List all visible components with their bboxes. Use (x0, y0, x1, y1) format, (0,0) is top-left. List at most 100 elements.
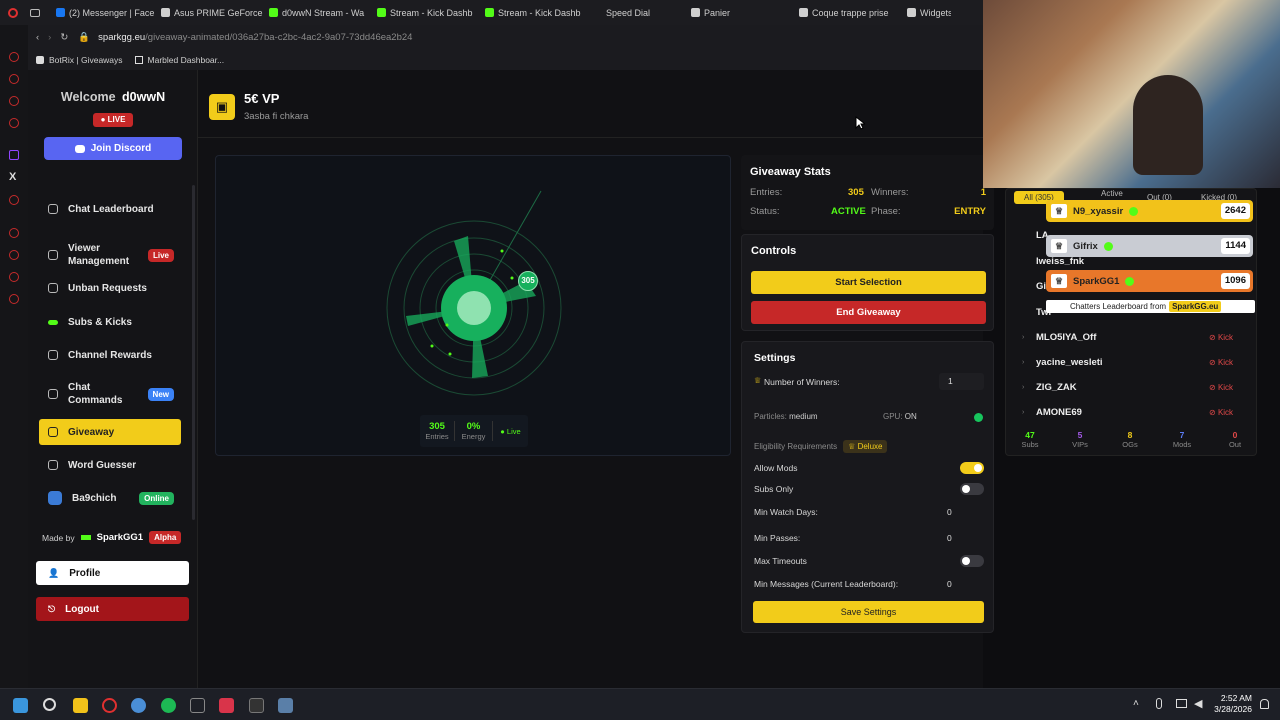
clock-date: 3/28/2026 (1214, 704, 1252, 714)
microphone-icon[interactable] (1156, 698, 1162, 709)
rail-icon-8[interactable] (9, 228, 19, 238)
sidebar-item-chat-commands[interactable]: Chat Commands New (40, 378, 182, 410)
windows-start-icon[interactable] (13, 698, 28, 713)
min-watch-days-input[interactable]: 0 (947, 507, 952, 517)
x-rail-icon[interactable]: X (9, 171, 16, 183)
max-timeouts-toggle[interactable] (960, 555, 984, 567)
allow-mods-toggle[interactable] (960, 462, 984, 474)
sidebar-item-word-guesser[interactable]: Word Guesser (40, 455, 182, 475)
calculator-icon[interactable] (278, 698, 293, 713)
num-winners-input[interactable]: 1 (939, 373, 984, 390)
leaderboard-score: 1096 (1220, 273, 1250, 289)
rail-icon-7[interactable] (9, 195, 19, 205)
sidebar-item-channel-rewards[interactable]: Channel Rewards (40, 345, 182, 365)
browser-tab[interactable]: Panier (685, 0, 793, 25)
tray-chevron-icon[interactable]: ˄ (1133, 698, 1139, 709)
min-passes-input[interactable]: 0 (947, 533, 952, 543)
url-field[interactable]: sparkgg.eu/giveaway-animated/036a27ba-c2… (98, 32, 412, 43)
expand-icon[interactable]: › (1022, 409, 1024, 416)
expand-icon[interactable]: › (1022, 334, 1024, 341)
workspace-icon[interactable] (30, 8, 40, 17)
expand-icon[interactable]: › (1022, 359, 1024, 366)
rail-icon-3[interactable] (9, 96, 19, 106)
rail-icon-2[interactable] (9, 74, 19, 84)
energy-stat-label: Energy (461, 432, 486, 441)
notification-icon[interactable] (1260, 699, 1269, 709)
network-icon[interactable] (1176, 699, 1187, 708)
clock[interactable]: 2:52 AM 3/28/2026 (1206, 693, 1252, 715)
sidebar-scrollbar[interactable] (192, 185, 195, 520)
messenger-rail-icon[interactable] (9, 52, 19, 62)
sidebar-item-giveaway[interactable]: Giveaway (39, 419, 181, 445)
energy-stat: 0% Energy (455, 421, 493, 441)
bookmark-botrix[interactable]: BotRix | Giveaways (36, 55, 123, 65)
forward-icon[interactable]: › (48, 32, 51, 43)
summary-stat-label: Subs (1021, 440, 1039, 449)
browser-tab[interactable]: Coque trappe prise (793, 0, 901, 25)
excel-icon[interactable] (190, 698, 205, 713)
viewer-row-partial[interactable]: Gi (1036, 281, 1046, 292)
status-value: ACTIVE (831, 206, 866, 217)
tab-active[interactable]: Active (1101, 189, 1123, 198)
settings-card: Settings ♕ Number of Winners: 1 Particle… (741, 341, 994, 633)
gift-icon (48, 427, 58, 437)
browser-tab[interactable]: d0wwN Stream - Wa (263, 0, 371, 25)
app-red-icon[interactable] (219, 698, 234, 713)
rail-icon-4[interactable] (9, 118, 19, 128)
rail-icon-10[interactable] (9, 272, 19, 282)
viewer-summary: 47 Subs 5 VIPs 8 OGs 7 Mods 0 Out (1006, 428, 1256, 454)
opera-taskbar-icon[interactable] (102, 698, 117, 713)
bookmarks-bar: BotRix | Giveaways Marbled Dashboar... (28, 50, 983, 70)
particles-value[interactable]: medium (789, 412, 817, 421)
subs-only-toggle[interactable] (960, 483, 984, 495)
min-messages-input[interactable]: 0 (947, 579, 952, 589)
end-giveaway-button[interactable]: End Giveaway (751, 301, 986, 324)
particles-label: Particles: (754, 412, 787, 421)
sidebar-item-subs-kicks[interactable]: Subs & Kicks (40, 312, 182, 332)
ban-icon: ⊘ (1209, 383, 1218, 392)
browser-tab[interactable]: Widgets | (901, 0, 951, 25)
volume-icon[interactable]: ◀ (1194, 697, 1202, 710)
join-discord-button[interactable]: Join Discord (44, 137, 182, 160)
sidebar-item-viewer-management[interactable]: Viewer Management Live (40, 239, 182, 271)
save-settings-button[interactable]: Save Settings (753, 601, 984, 623)
kick-icon (485, 8, 494, 17)
webcam-overlay (983, 0, 1280, 188)
search-icon[interactable] (43, 698, 56, 711)
browser-tab[interactable]: Asus PRIME GeForce (155, 0, 263, 25)
bookmark-marbled[interactable]: Marbled Dashboar... (134, 55, 224, 65)
kick-button[interactable]: ⊘ Kick (1209, 358, 1233, 367)
file-explorer-icon[interactable] (73, 698, 88, 713)
kick-button[interactable]: ⊘ Kick (1209, 383, 1233, 392)
logout-button[interactable]: ⎋ Logout (36, 597, 189, 621)
sidebar-item-ba9chich[interactable]: Ba9chich Online (40, 488, 182, 508)
back-icon[interactable]: ‹ (36, 32, 39, 43)
settings-rail-icon[interactable] (9, 294, 19, 304)
browser-sidebar-rail: X (0, 25, 28, 688)
sidebar-item-unban-requests[interactable]: Unban Requests (40, 278, 182, 298)
kick-button[interactable]: ⊘ Kick (1209, 333, 1233, 342)
spotify-icon[interactable] (161, 698, 176, 713)
twitch-rail-icon[interactable] (9, 150, 19, 160)
leaderboard-row: ♕ SparkGG1 1096 (1046, 270, 1253, 292)
browser-tab[interactable]: (2) Messenger | Face (50, 0, 155, 25)
expand-icon[interactable]: › (1022, 384, 1024, 391)
sidebar-item-chat-leaderboard[interactable]: Chat Leaderboard (40, 199, 182, 219)
browser-tab[interactable]: Stream - Kick Dashb (479, 0, 587, 25)
browser-tab[interactable]: Stream - Kick Dashb (371, 0, 479, 25)
reload-icon[interactable]: ↻ (60, 32, 68, 43)
start-selection-button[interactable]: Start Selection (751, 271, 986, 294)
browser-tab-label: Stream - Kick Dashb (498, 7, 581, 18)
alpha-badge: Alpha (149, 531, 182, 544)
profile-button[interactable]: 👤 Profile (36, 561, 189, 585)
kick-button[interactable]: ⊘ Kick (1209, 408, 1233, 417)
history-rail-icon[interactable] (9, 250, 19, 260)
coin-icon (48, 491, 62, 505)
opera-logo-icon[interactable] (8, 7, 18, 18)
browser-tab[interactable]: Speed Dial (587, 0, 685, 25)
app-taskbar-icon[interactable] (131, 698, 146, 713)
terminal-icon[interactable] (249, 698, 264, 713)
logout-icon: ⎋ (48, 603, 56, 614)
viewer-row-partial[interactable]: lweiss_fnk (1036, 256, 1084, 267)
max-timeouts-label: Max Timeouts (754, 556, 807, 566)
